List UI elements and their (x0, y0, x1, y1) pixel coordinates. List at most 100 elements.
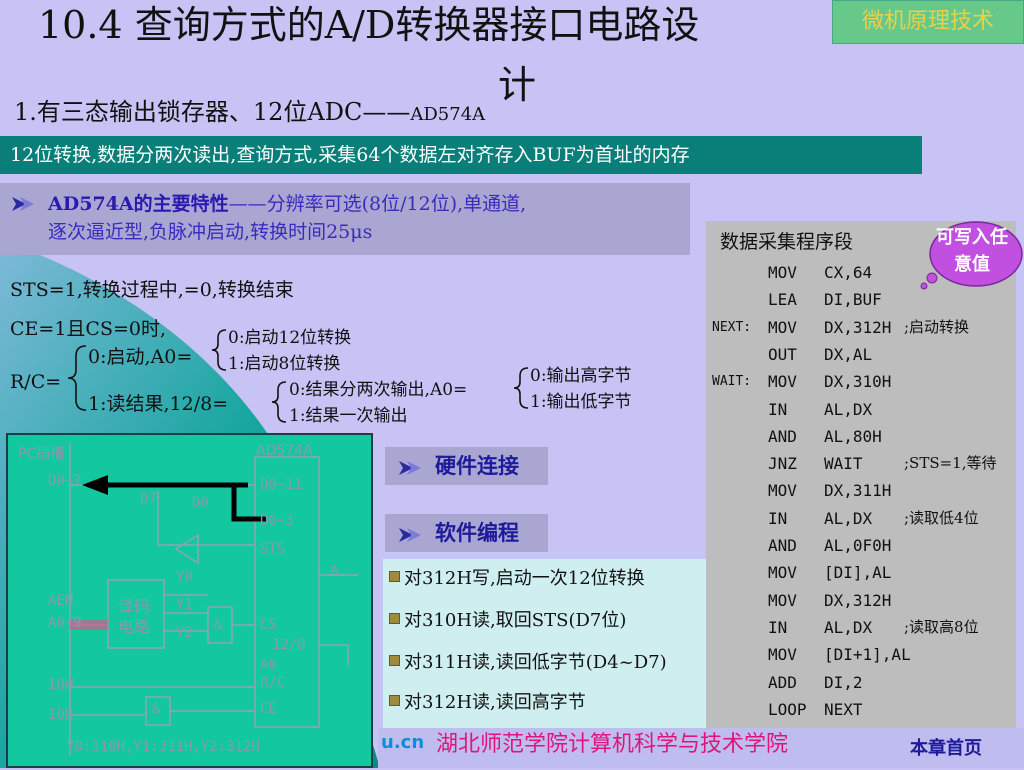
arrow-bullet-icon (12, 197, 34, 211)
code-operand: DI,BUF (824, 290, 882, 310)
software-programming-button[interactable]: 软件编程 (385, 514, 548, 552)
code-operand: DI,2 (824, 672, 863, 692)
code-opcode: MOV (768, 563, 797, 583)
a0-pin: A0 (260, 657, 277, 673)
code-line: AND AL,80H (708, 423, 1022, 450)
code-line: JNZ WAIT ;STS=1,等待 (708, 450, 1022, 477)
code-operand: DX,311H (824, 481, 892, 501)
code-opcode: ADD (768, 672, 797, 692)
hardware-connection-button[interactable]: 硬件连接 (385, 447, 548, 485)
pc-slot-label: PC插槽 (18, 446, 65, 462)
code-comment: ;STS=1,等待 (904, 454, 997, 473)
and-gate-lower: & (152, 701, 161, 717)
code-line: MOV DX,311H (708, 477, 1022, 504)
ce-pin: CE (260, 701, 277, 717)
code-opcode: MOV (768, 590, 797, 610)
features-line1: ——分辨率可选(8位/12位),单通道, (228, 193, 527, 215)
chip-name: AD574A (410, 104, 486, 125)
footer-link[interactable]: u.cn (381, 732, 424, 753)
code-operand: AL,0F0H (824, 536, 892, 555)
code-line: ADD DI,2 (708, 669, 1022, 696)
code-opcode: AND (768, 426, 797, 446)
circuit-diagram: PC插槽 AD574A D0~7 D7 D0 D0~11 D0~3 STS AE… (6, 433, 373, 768)
code-comment: ;启动转换 (904, 317, 970, 336)
code-opcode: IN (768, 617, 788, 637)
list-item: 对312H读,读回高字节 (389, 691, 586, 715)
code-opcode: MOV (768, 263, 797, 282)
square-bullet-icon (389, 695, 400, 706)
code-opcode: LEA (768, 290, 797, 310)
school-name: 湖北师范学院计算机科学与技术学院 (436, 732, 789, 757)
sts-note: STS=1,转换过程中,=0,转换结束 (10, 279, 294, 301)
code-operand: DX,312H (824, 317, 892, 337)
address-map: Y0:310H,Y1:311H,Y2:312H (66, 739, 260, 755)
code-opcode: IN (768, 399, 788, 419)
code-line: NEXT: MOV DX,312H ;启动转换 (708, 314, 1022, 341)
decoder-label: 译码电路 (118, 597, 151, 636)
iow-pin: IOW (48, 677, 74, 693)
y0-label: Y0 (176, 569, 193, 585)
section-heading: 1.有三态输出锁存器、12位ADC——AD574A (14, 92, 485, 135)
software-programming-label: 软件编程 (435, 521, 519, 545)
code-line: IN AL,DX ;读取低4位 (708, 505, 1022, 532)
y2-label: Y2 (176, 625, 193, 641)
port-operations-box: 对312H写,启动一次12位转换 对310H读,取回STS(D7位) 对311H… (383, 559, 707, 739)
hardware-connection-label: 硬件连接 (435, 454, 519, 478)
section-heading-text: 1.有三态输出锁存器、12位ADC—— (14, 98, 411, 126)
square-bullet-icon (389, 655, 400, 666)
operation-text: 对311H读,读回低字节(D4~D7) (404, 652, 667, 673)
address-bus: A0~9 (48, 615, 82, 631)
analog-input: A (330, 563, 339, 579)
features-line2: 逐次逼近型,负脉冲启动,转换时间25μs (48, 221, 373, 243)
course-badge: 微机原理技术 (832, 0, 1024, 44)
code-line: LEA DI,BUF (708, 286, 1022, 313)
arrow-bullet-icon (399, 461, 421, 475)
data-bus-right-hi: D0~11 (260, 477, 303, 493)
code-opcode: MOV (768, 481, 797, 501)
data-bus-left: D0~7 (48, 473, 82, 489)
sel-pin: 12/8 (272, 637, 306, 653)
code-opcode: IN (768, 508, 788, 528)
code-line: IN AL,DX ;读取高8位 (708, 614, 1022, 641)
code-line: MOV DX,312H (708, 587, 1022, 614)
arrow-bullet-icon (399, 528, 421, 542)
and-gate-upper: & (214, 617, 223, 633)
code-line: LOOP NEXT (708, 696, 1022, 723)
chapter-home-link[interactable]: 本章首页 (910, 734, 982, 760)
code-operand: WAIT (824, 454, 863, 474)
sts-pin: STS (260, 541, 286, 557)
page-title-continued: 计 (498, 63, 537, 107)
code-line: MOV [DI+1],AL (708, 641, 1022, 668)
code-opcode: MOV (768, 317, 797, 337)
chip-label: AD574A (256, 443, 313, 459)
code-line: MOV [DI],AL (708, 559, 1022, 586)
code-line: IN AL,DX (708, 396, 1022, 423)
code-opcode: MOV (768, 372, 797, 392)
code-opcode: MOV (768, 645, 797, 665)
code-comment: ;读取低4位 (904, 508, 979, 527)
code-operand: [DI],AL (824, 563, 892, 583)
code-line: AND AL,0F0H (708, 532, 1022, 559)
d7-label: D7 (140, 491, 157, 507)
list-item: 对311H读,读回低字节(D4~D7) (389, 651, 667, 675)
brace-group (67, 329, 529, 423)
cs-pin: CS (260, 617, 277, 633)
y1-label: Y1 (176, 597, 193, 613)
data-bus-right-lo: D0~3 (260, 513, 294, 529)
code-operand: DX,AL (824, 344, 873, 364)
list-item: 对310H读,取回STS(D7位) (389, 609, 626, 633)
code-operand: AL,80H (824, 426, 882, 446)
list-item: 对312H写,启动一次12位转换 (389, 567, 645, 591)
code-line: OUT DX,AL (708, 341, 1022, 368)
code-operand: NEXT (824, 699, 863, 719)
aen-pin: AEN (48, 593, 74, 609)
code-title: 数据采集程序段 (720, 231, 854, 253)
code-operand: DX,312H (824, 590, 892, 610)
ior-pin: IOR (48, 707, 74, 723)
code-operand: CX,64 (824, 263, 873, 282)
code-operand: [DI+1],AL (824, 645, 911, 665)
rc-pin: R/C (260, 675, 286, 691)
features-label: AD574A的主要特性 (48, 193, 229, 215)
bubble-text: 可写入任意值 (936, 227, 1008, 275)
d0-label: D0 (192, 495, 209, 511)
